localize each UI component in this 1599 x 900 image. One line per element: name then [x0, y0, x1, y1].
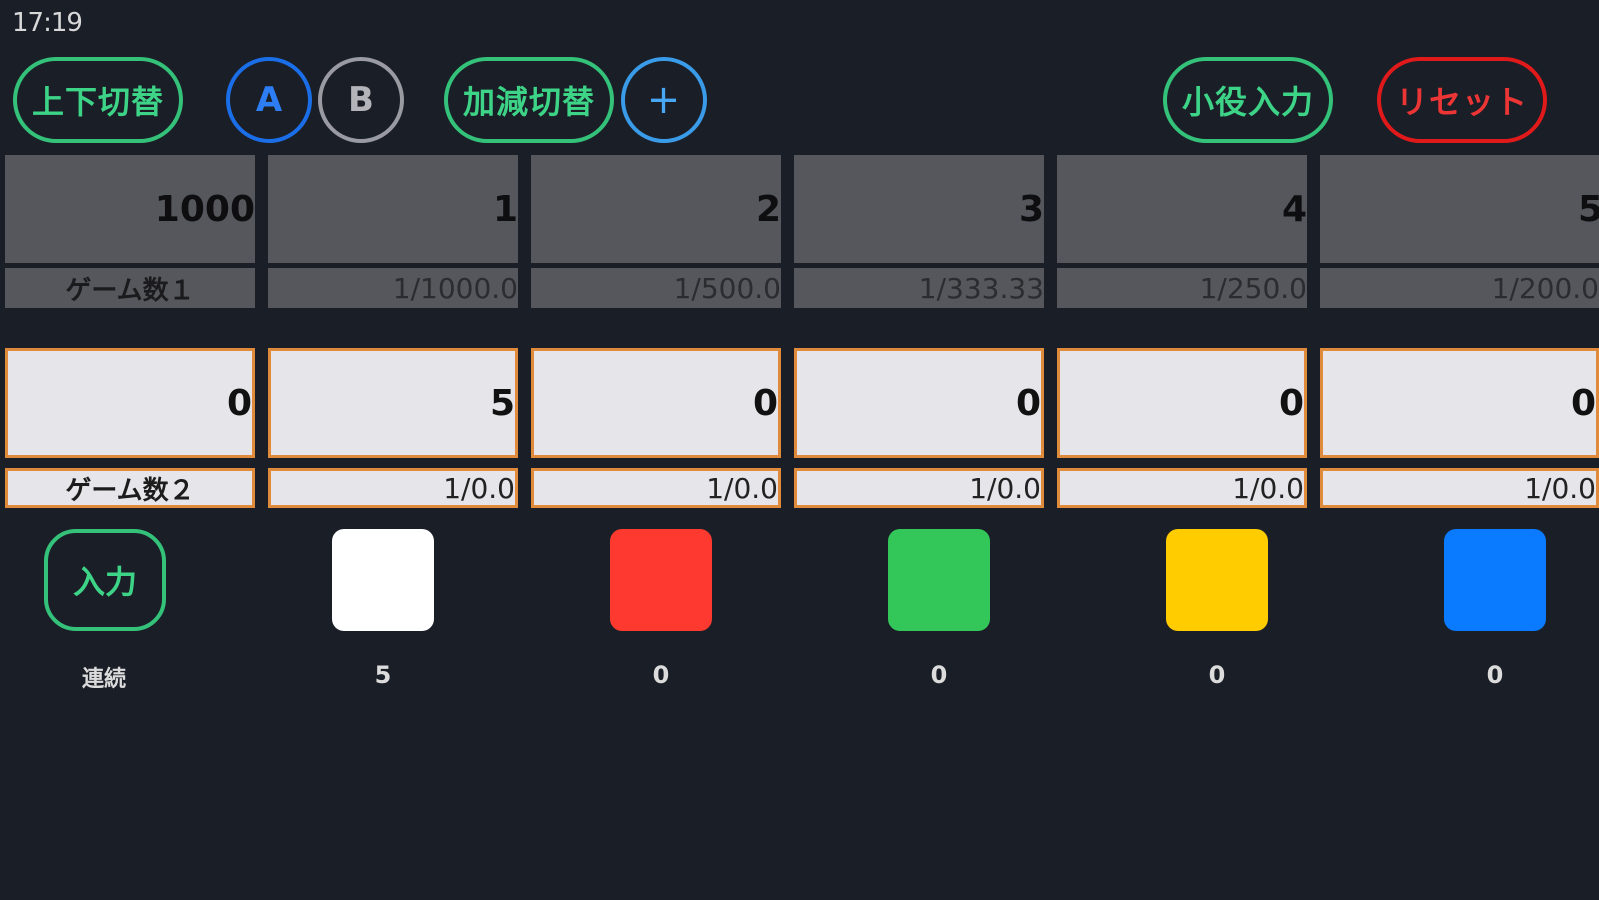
row2-value-3[interactable]: 0: [794, 348, 1044, 458]
row1-label: ゲーム数１: [5, 268, 255, 308]
row2-prob-3: 1/0.0: [794, 468, 1044, 508]
plus-button[interactable]: +: [621, 57, 707, 143]
row1-prob-2: 1/500.0: [531, 268, 781, 308]
input-button[interactable]: 入力: [44, 529, 166, 631]
row1-prob-1: 1/1000.0: [268, 268, 518, 308]
row1-value-3[interactable]: 3: [794, 155, 1044, 263]
row1-value-4[interactable]: 4: [1057, 155, 1307, 263]
green-swatch-button[interactable]: [888, 529, 990, 631]
row1-prob-3: 1/333.33: [794, 268, 1044, 308]
mode-a-button[interactable]: A: [226, 57, 312, 143]
blue-swatch-button[interactable]: [1444, 529, 1546, 631]
row1-prob-5: 1/200.0: [1320, 268, 1599, 308]
row1-value-5-text: 5: [1577, 188, 1599, 230]
row2-prob-1: 1/0.0: [268, 468, 518, 508]
green-count: 0: [930, 661, 948, 689]
row1-value-2[interactable]: 2: [531, 155, 781, 263]
row1-value-1[interactable]: 1: [268, 155, 518, 263]
blue-count: 0: [1486, 661, 1504, 689]
red-swatch-button[interactable]: [610, 529, 712, 631]
row2-prob-5-text: 1/0.0: [1524, 471, 1596, 505]
row2-value-2[interactable]: 0: [531, 348, 781, 458]
white-swatch-button[interactable]: [332, 529, 434, 631]
add-subtract-toggle-button[interactable]: 加減切替: [444, 57, 614, 143]
status-time: 17:19: [12, 8, 83, 38]
row1-value-0[interactable]: 1000: [5, 155, 255, 263]
row1-prob-5-text: 1/200.0: [1491, 271, 1599, 305]
small-role-input-button[interactable]: 小役入力: [1163, 57, 1333, 143]
row2-value-5[interactable]: 0: [1320, 348, 1599, 458]
yellow-count: 0: [1208, 661, 1226, 689]
row1-value-5[interactable]: 5: [1320, 155, 1599, 263]
continuous-label: 連続: [81, 667, 126, 692]
row2-value-5-text: 0: [1570, 382, 1596, 424]
white-count: 5: [374, 661, 392, 689]
app-screen: 17:19 上下切替 A B 加減切替 + 小役入力 リセット 1000 1 2…: [0, 0, 1599, 900]
reset-button[interactable]: リセット: [1377, 57, 1547, 143]
row2-value-1[interactable]: 5: [268, 348, 518, 458]
yellow-swatch-button[interactable]: [1166, 529, 1268, 631]
mode-b-button[interactable]: B: [318, 57, 404, 143]
row2-prob-4: 1/0.0: [1057, 468, 1307, 508]
row2-value-4[interactable]: 0: [1057, 348, 1307, 458]
swap-up-down-button[interactable]: 上下切替: [13, 57, 183, 143]
row2-prob-2: 1/0.0: [531, 468, 781, 508]
red-count: 0: [652, 661, 670, 689]
row1-prob-4: 1/250.0: [1057, 268, 1307, 308]
row2-prob-5: 1/0.0: [1320, 468, 1599, 508]
row2-label: ゲーム数２: [5, 468, 255, 508]
row2-value-0[interactable]: 0: [5, 348, 255, 458]
